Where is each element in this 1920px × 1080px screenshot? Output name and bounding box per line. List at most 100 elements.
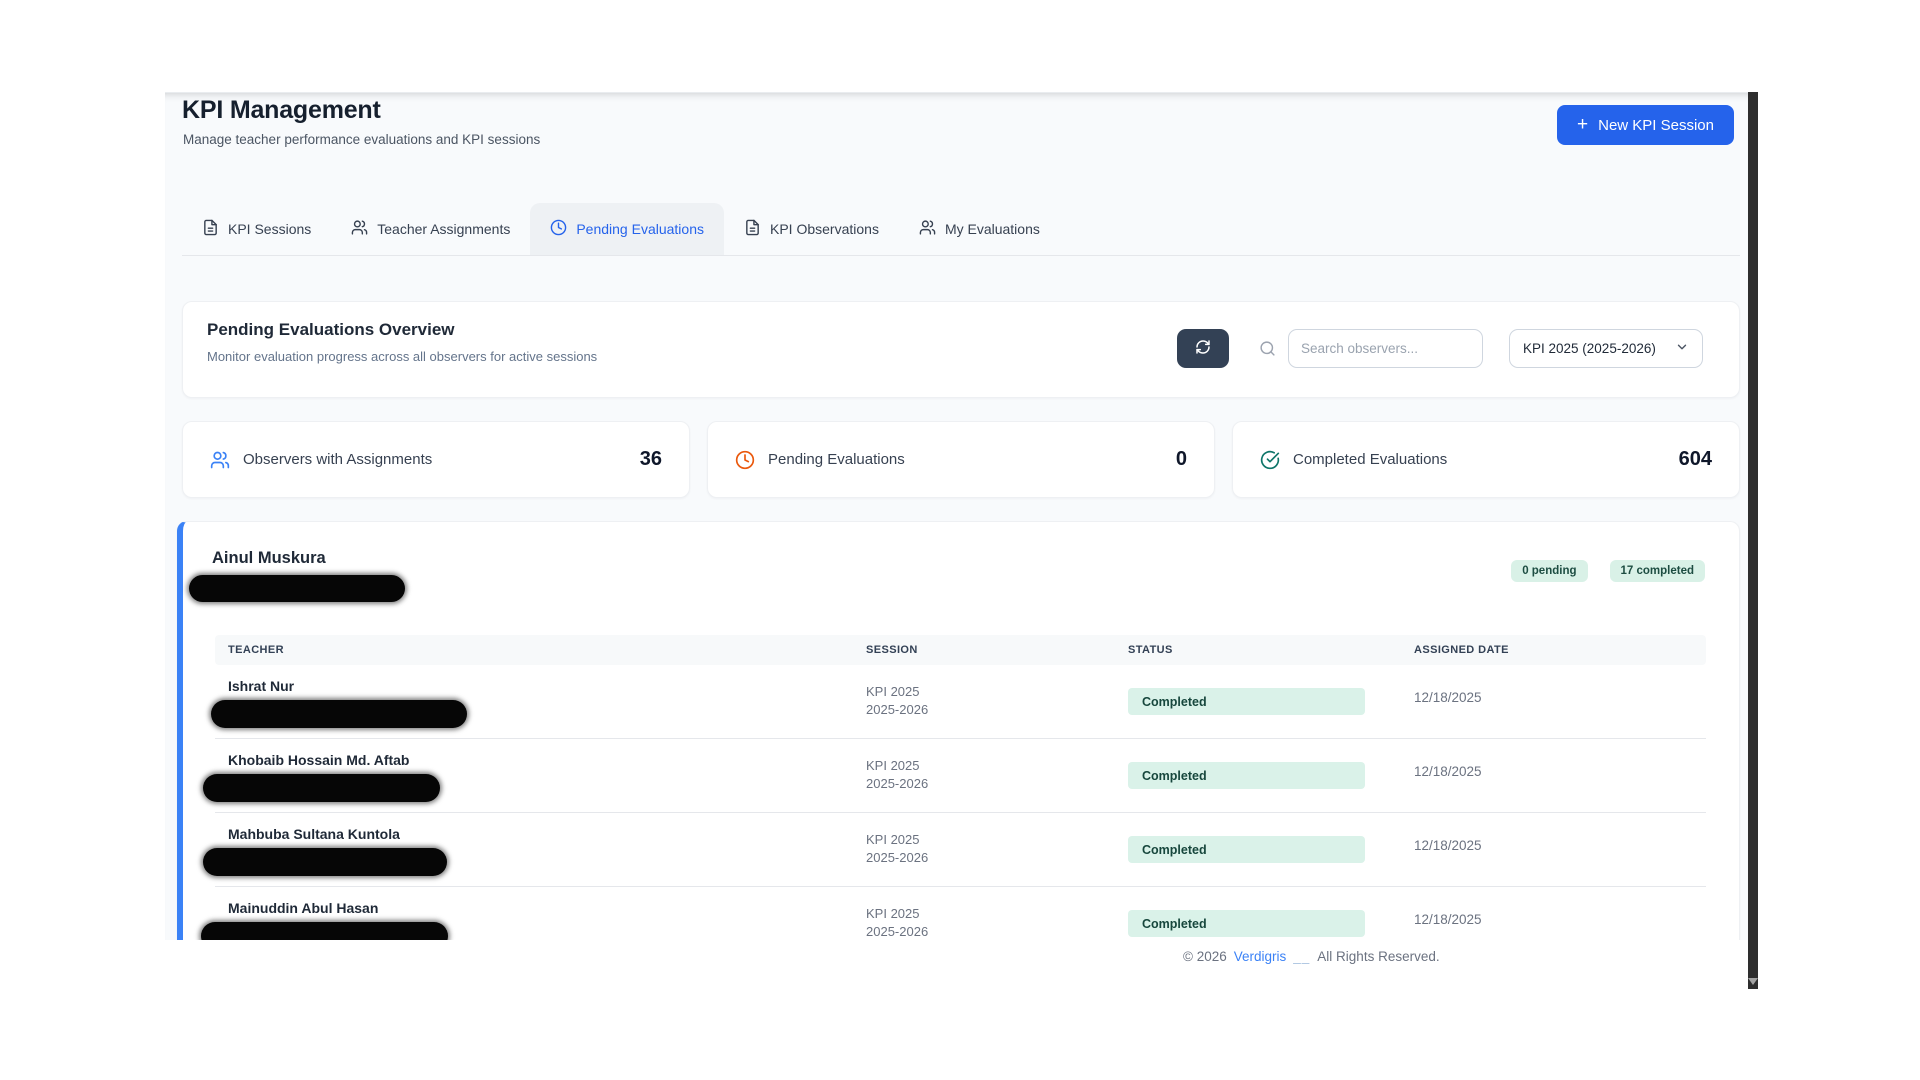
teacher-email-redaction xyxy=(203,848,447,876)
teacher-name: Ishrat Nur xyxy=(228,678,295,694)
file-text-icon xyxy=(202,219,219,239)
teacher-name: Mainuddin Abul Hasan xyxy=(228,900,379,916)
status-cell: Completed xyxy=(1128,665,1414,738)
stat-value: 36 xyxy=(639,448,662,470)
page: KPI Management Manage teacher performanc… xyxy=(0,0,1920,1080)
search-observers-input[interactable] xyxy=(1288,329,1483,368)
session-filter-value: KPI 2025 (2025-2026) xyxy=(1523,341,1656,356)
session-cell: KPI 2025 2025-2026 xyxy=(866,739,1128,812)
tab-divider xyxy=(182,255,1740,256)
stat-observers-with-assignments: Observers with Assignments 36 xyxy=(182,421,690,498)
observer-badges: 0 pending 17 completed xyxy=(1511,560,1705,582)
tab-bar: KPI Sessions Teacher Assignments Pending… xyxy=(182,203,1060,255)
tab-label: My Evaluations xyxy=(944,221,1040,237)
pending-badge: 0 pending xyxy=(1511,560,1588,582)
teacher-email-redaction xyxy=(203,774,440,802)
tab-teacher-assignments[interactable]: Teacher Assignments xyxy=(331,203,530,255)
status-cell: Completed xyxy=(1128,887,1414,940)
teacher-email-redaction xyxy=(211,700,467,728)
session-cell: KPI 2025 2025-2026 xyxy=(866,665,1128,738)
tab-label: Teacher Assignments xyxy=(377,221,511,237)
observer-name: Ainul Muskura xyxy=(212,549,326,567)
overview-subtitle: Monitor evaluation progress across all o… xyxy=(207,349,598,364)
tab-kpi-sessions[interactable]: KPI Sessions xyxy=(182,203,331,255)
assigned-date-cell: 12/18/2025 xyxy=(1414,764,1482,779)
overview-title: Pending Evaluations Overview xyxy=(207,320,455,339)
footer-rights: All Rights Reserved. xyxy=(1317,949,1440,964)
session-year: 2025-2026 xyxy=(866,776,929,791)
session-cell: KPI 2025 2025-2026 xyxy=(866,813,1128,886)
tab-label: Pending Evaluations xyxy=(576,221,704,237)
teacher-name: Khobaib Hossain Md. Aftab xyxy=(228,752,410,768)
file-text-icon xyxy=(744,219,761,239)
pending-evaluations-overview-card: Pending Evaluations Overview Monitor eva… xyxy=(182,301,1740,398)
tab-pending-evaluations[interactable]: Pending Evaluations xyxy=(530,203,724,255)
tab-kpi-observations[interactable]: KPI Observations xyxy=(724,203,899,255)
stats-row: Observers with Assignments 36 Pending Ev… xyxy=(182,421,1740,498)
status-badge: Completed xyxy=(1128,836,1365,863)
users-icon xyxy=(919,219,936,239)
evaluations-table: TEACHER SESSION STATUS ASSIGNED DATE Ish… xyxy=(201,635,1706,940)
session-name: KPI 2025 xyxy=(866,684,920,699)
table-row: Khobaib Hossain Md. Aftab KPI 2025 2025-… xyxy=(203,739,1706,813)
plus-icon: + xyxy=(1577,113,1589,135)
tab-my-evaluations[interactable]: My Evaluations xyxy=(899,203,1060,255)
table-row: Ishrat Nur KPI 2025 2025-2026 Completed … xyxy=(211,665,1706,739)
status-badge: Completed xyxy=(1128,688,1365,715)
column-header-status: STATUS xyxy=(1128,644,1173,656)
observer-email-redaction xyxy=(189,575,405,602)
new-kpi-session-label: New KPI Session xyxy=(1598,116,1714,134)
session-name: KPI 2025 xyxy=(866,832,920,847)
session-filter-select[interactable]: KPI 2025 (2025-2026) xyxy=(1509,329,1703,368)
users-icon xyxy=(351,219,368,239)
tab-label: KPI Observations xyxy=(770,221,879,237)
overview-controls: KPI 2025 (2025-2026) xyxy=(1177,329,1703,368)
stat-value: 604 xyxy=(1678,448,1712,470)
footer-separator: __ xyxy=(1293,949,1311,964)
page-title: KPI Management xyxy=(182,96,381,124)
column-header-session: SESSION xyxy=(866,644,918,656)
session-year: 2025-2026 xyxy=(866,924,929,939)
footer-copyright: © 2026 xyxy=(1183,949,1227,964)
new-kpi-session-button[interactable]: + New KPI Session xyxy=(1557,105,1734,145)
assigned-date-cell: 12/18/2025 xyxy=(1414,838,1482,853)
check-circle-icon xyxy=(1260,450,1280,470)
footer: © 2026 Verdigris __ All Rights Reserved. xyxy=(1183,949,1440,964)
stat-value: 0 xyxy=(1175,448,1187,470)
teacher-email-redaction xyxy=(201,922,448,940)
session-year: 2025-2026 xyxy=(866,702,929,717)
status-cell: Completed xyxy=(1128,813,1414,886)
scrollbar[interactable] xyxy=(1748,92,1758,989)
stat-label: Completed Evaluations xyxy=(1293,451,1448,468)
status-badge: Completed xyxy=(1128,762,1365,789)
refresh-button[interactable] xyxy=(1177,329,1229,368)
tab-label: KPI Sessions xyxy=(228,221,312,237)
assigned-date-cell: 12/18/2025 xyxy=(1414,690,1482,705)
table-row: Mahbuba Sultana Kuntola KPI 2025 2025-20… xyxy=(203,813,1706,887)
teacher-cell: Mahbuba Sultana Kuntola xyxy=(203,813,866,886)
scrollbar-down-arrow[interactable] xyxy=(1748,978,1758,985)
observer-card: Ainul Muskura 0 pending 17 completed TEA… xyxy=(177,521,1740,940)
session-name: KPI 2025 xyxy=(866,758,920,773)
page-subtitle: Manage teacher performance evaluations a… xyxy=(183,132,541,147)
completed-badge: 17 completed xyxy=(1609,560,1705,582)
session-name: KPI 2025 xyxy=(866,906,920,921)
chevron-down-icon xyxy=(1675,340,1689,357)
table-row: Mainuddin Abul Hasan KPI 2025 2025-2026 … xyxy=(201,887,1706,940)
table-header-row: TEACHER SESSION STATUS ASSIGNED DATE xyxy=(215,635,1706,665)
status-badge: Completed xyxy=(1128,910,1365,937)
assigned-date-cell: 12/18/2025 xyxy=(1414,912,1482,927)
column-header-teacher: TEACHER xyxy=(228,644,284,656)
teacher-cell: Khobaib Hossain Md. Aftab xyxy=(203,739,866,812)
footer-brand-link[interactable]: Verdigris xyxy=(1234,949,1287,964)
stat-pending-evaluations: Pending Evaluations 0 xyxy=(707,421,1215,498)
users-icon xyxy=(210,450,230,470)
search-icon xyxy=(1259,340,1276,357)
stat-completed-evaluations: Completed Evaluations 604 xyxy=(1232,421,1740,498)
clock-icon xyxy=(550,219,567,239)
kpi-management-page: KPI Management Manage teacher performanc… xyxy=(165,92,1748,940)
teacher-cell: Mainuddin Abul Hasan xyxy=(201,887,866,940)
session-year: 2025-2026 xyxy=(866,850,929,865)
clock-icon xyxy=(735,450,755,470)
column-header-assigned-date: ASSIGNED DATE xyxy=(1414,644,1509,656)
